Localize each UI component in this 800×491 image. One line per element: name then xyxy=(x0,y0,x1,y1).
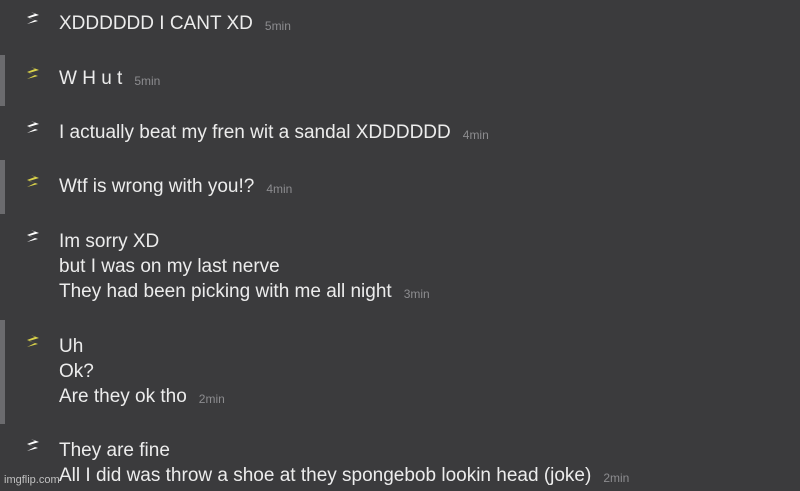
lightning-icon xyxy=(27,12,39,24)
message-side-bar xyxy=(0,55,5,106)
chat-message: Im sorry XD but I was on my last nerve T… xyxy=(0,229,800,307)
lightning-icon xyxy=(27,67,39,79)
message-text: Im sorry XD xyxy=(59,231,160,252)
lightning-icon xyxy=(27,335,39,347)
message-side-bar xyxy=(0,320,5,424)
chat-message: They are fine All I did was throw a shoe… xyxy=(0,438,800,488)
lightning-icon-shape xyxy=(27,67,39,79)
lightning-icon xyxy=(27,230,39,242)
message-text: They had been picking with me all night xyxy=(59,281,392,302)
message-text: W H u t xyxy=(59,68,123,89)
message-timestamp: 2min xyxy=(603,471,630,485)
message-timestamp: 4min xyxy=(266,182,293,196)
message-text: I actually beat my fren wit a sandal XDD… xyxy=(59,122,451,143)
lightning-icon xyxy=(27,175,39,187)
chat-message: Wtf is wrong with you!? 4min xyxy=(0,160,800,214)
lightning-icon-shape xyxy=(27,175,39,187)
chat-message: XDDDDDD I CANT XD 5min xyxy=(0,11,800,41)
message-text: Wtf is wrong with you!? xyxy=(59,176,255,197)
message-body: Im sorry XD but I was on my last nerve T… xyxy=(59,229,430,307)
watermark: imgflip.com xyxy=(4,474,60,486)
message-timestamp: 5min xyxy=(134,74,161,88)
message-text: XDDDDDD I CANT XD xyxy=(59,13,253,34)
message-body: They are fine All I did was throw a shoe… xyxy=(59,438,629,491)
lightning-icon-shape xyxy=(27,439,39,451)
lightning-icon-shape xyxy=(27,12,39,24)
message-text: Uh xyxy=(59,336,84,357)
lightning-icon-shape xyxy=(27,335,39,347)
message-timestamp: 4min xyxy=(462,128,489,142)
lightning-icon-shape xyxy=(27,230,39,242)
message-text: Ok? xyxy=(59,361,94,382)
lightning-icon xyxy=(27,121,39,133)
message-body: Wtf is wrong with you!? 4min xyxy=(59,174,292,202)
message-body: Uh Ok? Are they ok tho 2min xyxy=(59,334,225,412)
message-side-bar xyxy=(0,160,5,214)
chat-log: XDDDDDD I CANT XD 5min W H u t 5min I actu… xyxy=(0,0,800,488)
message-text: They are fine xyxy=(59,440,170,461)
message-timestamp: 3min xyxy=(403,287,430,301)
message-body: I actually beat my fren wit a sandal XDD… xyxy=(59,120,489,148)
message-timestamp: 2min xyxy=(198,392,225,406)
lightning-icon-shape xyxy=(27,121,39,133)
message-text: All I did was throw a shoe at they spong… xyxy=(59,465,592,486)
message-body: W H u t 5min xyxy=(59,66,160,94)
chat-message: I actually beat my fren wit a sandal XDD… xyxy=(0,120,800,150)
chat-message: W H u t 5min xyxy=(0,55,800,106)
lightning-icon xyxy=(27,439,39,451)
message-timestamp: 5min xyxy=(264,19,291,33)
message-body: XDDDDDD I CANT XD 5min xyxy=(59,11,291,39)
message-text: Are they ok tho xyxy=(59,386,187,407)
message-text: but I was on my last nerve xyxy=(59,256,280,277)
chat-message: Uh Ok? Are they ok tho 2min xyxy=(0,320,800,424)
